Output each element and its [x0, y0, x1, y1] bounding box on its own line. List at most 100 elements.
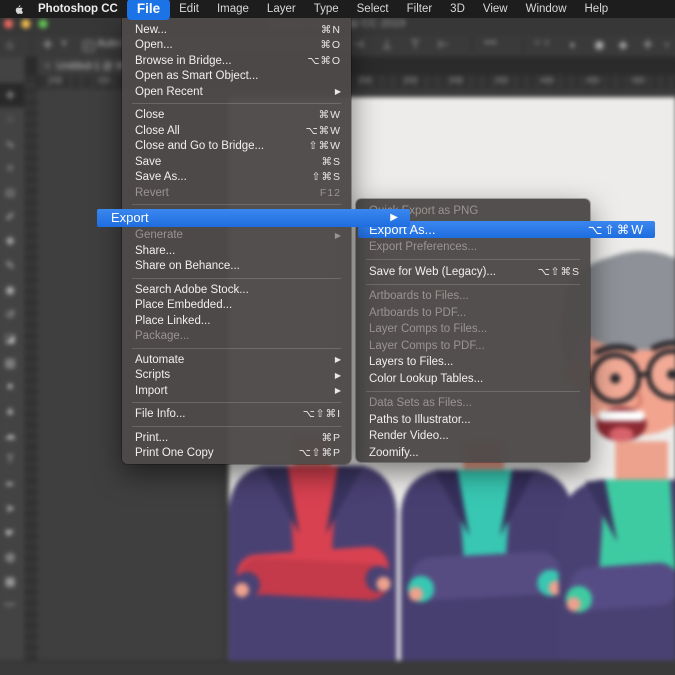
menu-item-close-and-go-to-bridge[interactable]: Close and Go to Bridge...⇧⌘W [122, 139, 351, 155]
submenu-item-data-sets-as-files: Data Sets as Files... [356, 395, 590, 412]
menubar-item-type[interactable]: Type [305, 3, 348, 15]
character-left [229, 437, 397, 661]
eyedropper-tool[interactable]: ✐ [0, 204, 24, 228]
chevron-down-icon[interactable]: ∨ [61, 37, 68, 48]
align-bottom-icon[interactable]: ⊥ [382, 37, 393, 51]
menubar-item-help[interactable]: Help [576, 3, 618, 15]
menubar-item-filter[interactable]: Filter [398, 3, 442, 15]
menu-item-generate: Generate▶ [122, 228, 351, 244]
tools-panel: ✛ ◌ ∿ ✧ ⊡ ✐ ✚ ✎ ◉ ↺ ◪ ▧ ● ▲ ☁ T ✒ ➤ ☛ ◍ … [0, 57, 25, 675]
brush-tool[interactable]: ✎ [0, 253, 24, 277]
menu-item-new[interactable]: New...⌘N [122, 22, 351, 38]
submenu-item-artboards-to-files: Artboards to Files... [356, 288, 590, 305]
pen-tool[interactable]: ✒ [0, 472, 24, 496]
auto-select-checkbox[interactable]: ✓ [83, 40, 94, 51]
blur-tool[interactable]: ● [0, 374, 24, 398]
marquee-tool[interactable]: ◌ [0, 107, 24, 131]
edit-toolbar-icon[interactable]: ▦ [0, 569, 24, 593]
quick-selection-tool[interactable]: ✧ [0, 156, 24, 180]
history-brush-tool[interactable]: ↺ [0, 302, 24, 326]
align-top-icon[interactable]: ⊤ [410, 37, 421, 51]
character-middle [401, 441, 573, 661]
menu-item-open-recent[interactable]: Open Recent▶ [122, 84, 351, 100]
move-tool[interactable]: ✛ [0, 83, 24, 107]
menu-item-file-info[interactable]: File Info...⌥⇧⌘I [122, 407, 351, 423]
roll-3d-icon[interactable]: ◉ [594, 37, 605, 51]
menubar-item-photoshop[interactable]: Photoshop CC [29, 3, 127, 15]
toolbar-more-icon[interactable]: ••• [0, 593, 24, 617]
align-right-icon[interactable]: ⊢ [438, 37, 449, 51]
status-bar [0, 661, 675, 675]
orbit-3d-icon[interactable]: ◐ [570, 37, 577, 51]
menubar-item-image[interactable]: Image [208, 3, 258, 15]
menubar-item-window[interactable]: Window [517, 3, 576, 15]
submenu-item-layer-comps-to-files: Layer Comps to Files... [356, 321, 590, 338]
submenu-item-color-lookup-tables[interactable]: Color Lookup Tables... [356, 371, 590, 388]
menubar-item-edit[interactable]: Edit [170, 3, 208, 15]
menu-item-automate[interactable]: Automate▶ [122, 352, 351, 368]
menubar-item-select[interactable]: Select [348, 3, 398, 15]
menu-item-share[interactable]: Share... [122, 243, 351, 259]
apple-menu[interactable] [10, 3, 29, 16]
menu-item-save[interactable]: Save⌘S [122, 154, 351, 170]
scale-3d-icon[interactable]: ▫ [665, 37, 669, 51]
hand-tool[interactable]: ☛ [0, 520, 24, 544]
menu-item-package: Package... [122, 329, 351, 345]
dodge-tool[interactable]: ▲ [0, 399, 24, 423]
menu-item-revert: RevertF12 [122, 185, 351, 201]
tab-close-icon[interactable]: × [45, 60, 51, 71]
menu-item-print-one-copy[interactable]: Print One Copy⌥⇧⌘P [122, 446, 351, 462]
menu-item-export[interactable]: Export▶ [97, 209, 410, 227]
move-tool-preset-icon[interactable]: ✛ [43, 37, 53, 51]
submenu-arrow-icon: ▶ [335, 231, 341, 240]
menu-item-browse-in-bridge[interactable]: Browse in Bridge...⌥⌘O [122, 53, 351, 69]
menu-item-open-as-smart-object[interactable]: Open as Smart Object... [122, 69, 351, 85]
submenu-item-zoomify[interactable]: Zoomify... [356, 445, 590, 462]
submenu-item-paths-to-illustrator[interactable]: Paths to Illustrator... [356, 412, 590, 429]
submenu-arrow-icon: ▶ [335, 386, 341, 395]
menu-item-import[interactable]: Import▶ [122, 383, 351, 399]
photoshop-window: Adobe Photoshop CC 2019 ⌂ ✛ ∨ ✓ Auto-S ⊣… [0, 0, 675, 675]
smudge-tool[interactable]: ☁ [0, 423, 24, 447]
menubar-item-file[interactable]: File [127, 0, 170, 20]
menu-item-share-on-behance[interactable]: Share on Behance... [122, 259, 351, 275]
submenu-arrow-icon: ▶ [390, 212, 398, 223]
submenu-item-layers-to-files[interactable]: Layers to Files... [356, 354, 590, 371]
submenu-item-artboards-to-pdf: Artboards to PDF... [356, 305, 590, 322]
menu-item-print[interactable]: Print...⌘P [122, 430, 351, 446]
gradient-tool[interactable]: ▧ [0, 350, 24, 374]
menubar-item-view[interactable]: View [474, 3, 517, 15]
menu-item-search-adobe-stock[interactable]: Search Adobe Stock... [122, 282, 351, 298]
home-icon[interactable]: ⌂ [6, 37, 13, 51]
more-align-options-button[interactable]: ••• [485, 37, 498, 47]
submenu-arrow-icon: ▶ [335, 371, 341, 380]
healing-brush-tool[interactable]: ✚ [0, 229, 24, 253]
menu-item-close[interactable]: Close⌘W [122, 108, 351, 124]
file-menu: New...⌘N Open...⌘O Browse in Bridge...⌥⌘… [122, 18, 351, 464]
menu-item-close-all[interactable]: Close All⌥⌘W [122, 123, 351, 139]
submenu-arrow-icon: ▶ [335, 355, 341, 364]
mode-dropdown[interactable]: ≡ ∨ [534, 37, 550, 48]
drag-3d-icon[interactable]: ◈ [618, 37, 627, 51]
menu-item-save-as[interactable]: Save As...⇧⌘S [122, 170, 351, 186]
tab-label: Untitled-1 @ 99. [57, 60, 130, 71]
lasso-tool[interactable]: ∿ [0, 132, 24, 156]
apple-logo-icon [14, 3, 25, 16]
submenu-item-render-video[interactable]: Render Video... [356, 428, 590, 445]
align-left-icon[interactable]: ⊣ [353, 37, 364, 51]
clone-stamp-tool[interactable]: ◉ [0, 277, 24, 301]
menu-item-open[interactable]: Open...⌘O [122, 38, 351, 54]
menu-item-place-linked[interactable]: Place Linked... [122, 313, 351, 329]
submenu-item-save-for-web[interactable]: Save for Web (Legacy)...⌥⇧⌘S [356, 264, 590, 281]
eraser-tool[interactable]: ◪ [0, 326, 24, 350]
crop-tool[interactable]: ⊡ [0, 180, 24, 204]
menubar-item-layer[interactable]: Layer [258, 3, 305, 15]
menu-item-place-embedded[interactable]: Place Embedded... [122, 298, 351, 314]
menubar-item-3d[interactable]: 3D [441, 3, 474, 15]
zoom-tool[interactable]: ◍ [0, 544, 24, 568]
menu-item-scripts[interactable]: Scripts▶ [122, 368, 351, 384]
slide-3d-icon[interactable]: ✛ [643, 37, 653, 51]
submenu-arrow-icon: ▶ [335, 87, 341, 96]
type-tool[interactable]: T [0, 447, 24, 471]
path-selection-tool[interactable]: ➤ [0, 496, 24, 520]
